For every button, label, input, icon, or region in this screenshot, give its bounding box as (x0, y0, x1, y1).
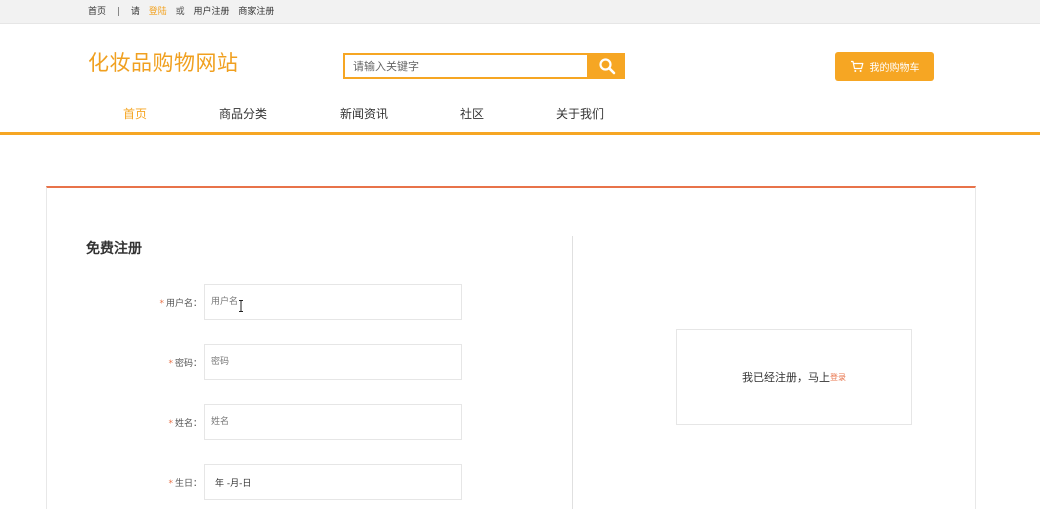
top-separator: | (116, 7, 120, 17)
search-box (343, 53, 589, 79)
search-button[interactable] (588, 53, 625, 79)
cart-label: 我的购物车 (869, 63, 920, 74)
top-links: 首页 | 请 登陆 或 用户注册 商家注册 (88, 5, 280, 19)
top-home-link[interactable]: 首页 (88, 5, 106, 19)
required-mark: * (168, 419, 173, 429)
cart-icon (850, 60, 863, 72)
birthday-label: * 生日： (168, 479, 202, 489)
nav-item-community[interactable]: 社区 (460, 105, 484, 122)
nav-underline (0, 132, 1040, 135)
birthday-value: 年 -月-日 (215, 479, 252, 489)
top-login-link[interactable]: 登陆 (149, 5, 167, 19)
top-bar: 首页 | 请 登陆 或 用户注册 商家注册 (0, 0, 1040, 24)
panel-divider (572, 236, 573, 509)
main-nav: 首页 商品分类 新闻资讯 社区 关于我们 (0, 105, 1040, 129)
site-title[interactable]: 化妆品购物网站 (88, 47, 239, 77)
top-please-text: 请 (130, 7, 140, 17)
nav-item-home[interactable]: 首页 (123, 105, 147, 122)
nav-item-categories[interactable]: 商品分类 (219, 105, 267, 122)
name-input[interactable] (205, 405, 461, 439)
name-label: * 姓名： (168, 419, 202, 429)
text-cursor-icon (239, 300, 243, 312)
username-label: * 用户名： (159, 299, 202, 309)
required-mark: * (159, 299, 164, 309)
search-icon (598, 58, 615, 75)
login-link[interactable]: 登录 (830, 372, 846, 383)
name-field (204, 404, 462, 440)
top-or-text: 或 (175, 7, 185, 17)
top-merchant-register-link[interactable]: 商家注册 (238, 5, 274, 19)
nav-item-about[interactable]: 关于我们 (556, 105, 604, 122)
birthday-field[interactable]: 年 -月-日 (204, 464, 462, 500)
password-field (204, 344, 462, 380)
password-label: * 密码： (168, 359, 202, 369)
cart-button[interactable]: 我的购物车 (835, 52, 934, 81)
login-prompt-text: 我已经注册，马上 (742, 371, 830, 384)
search-input[interactable] (345, 55, 587, 78)
nav-item-news[interactable]: 新闻资讯 (340, 105, 388, 122)
top-user-register-link[interactable]: 用户注册 (193, 5, 229, 19)
login-box: 我已经注册，马上 登录 (676, 329, 912, 425)
required-mark: * (168, 359, 173, 369)
password-input[interactable] (205, 345, 461, 379)
form-title: 免费注册 (86, 241, 142, 257)
required-mark: * (168, 479, 173, 489)
